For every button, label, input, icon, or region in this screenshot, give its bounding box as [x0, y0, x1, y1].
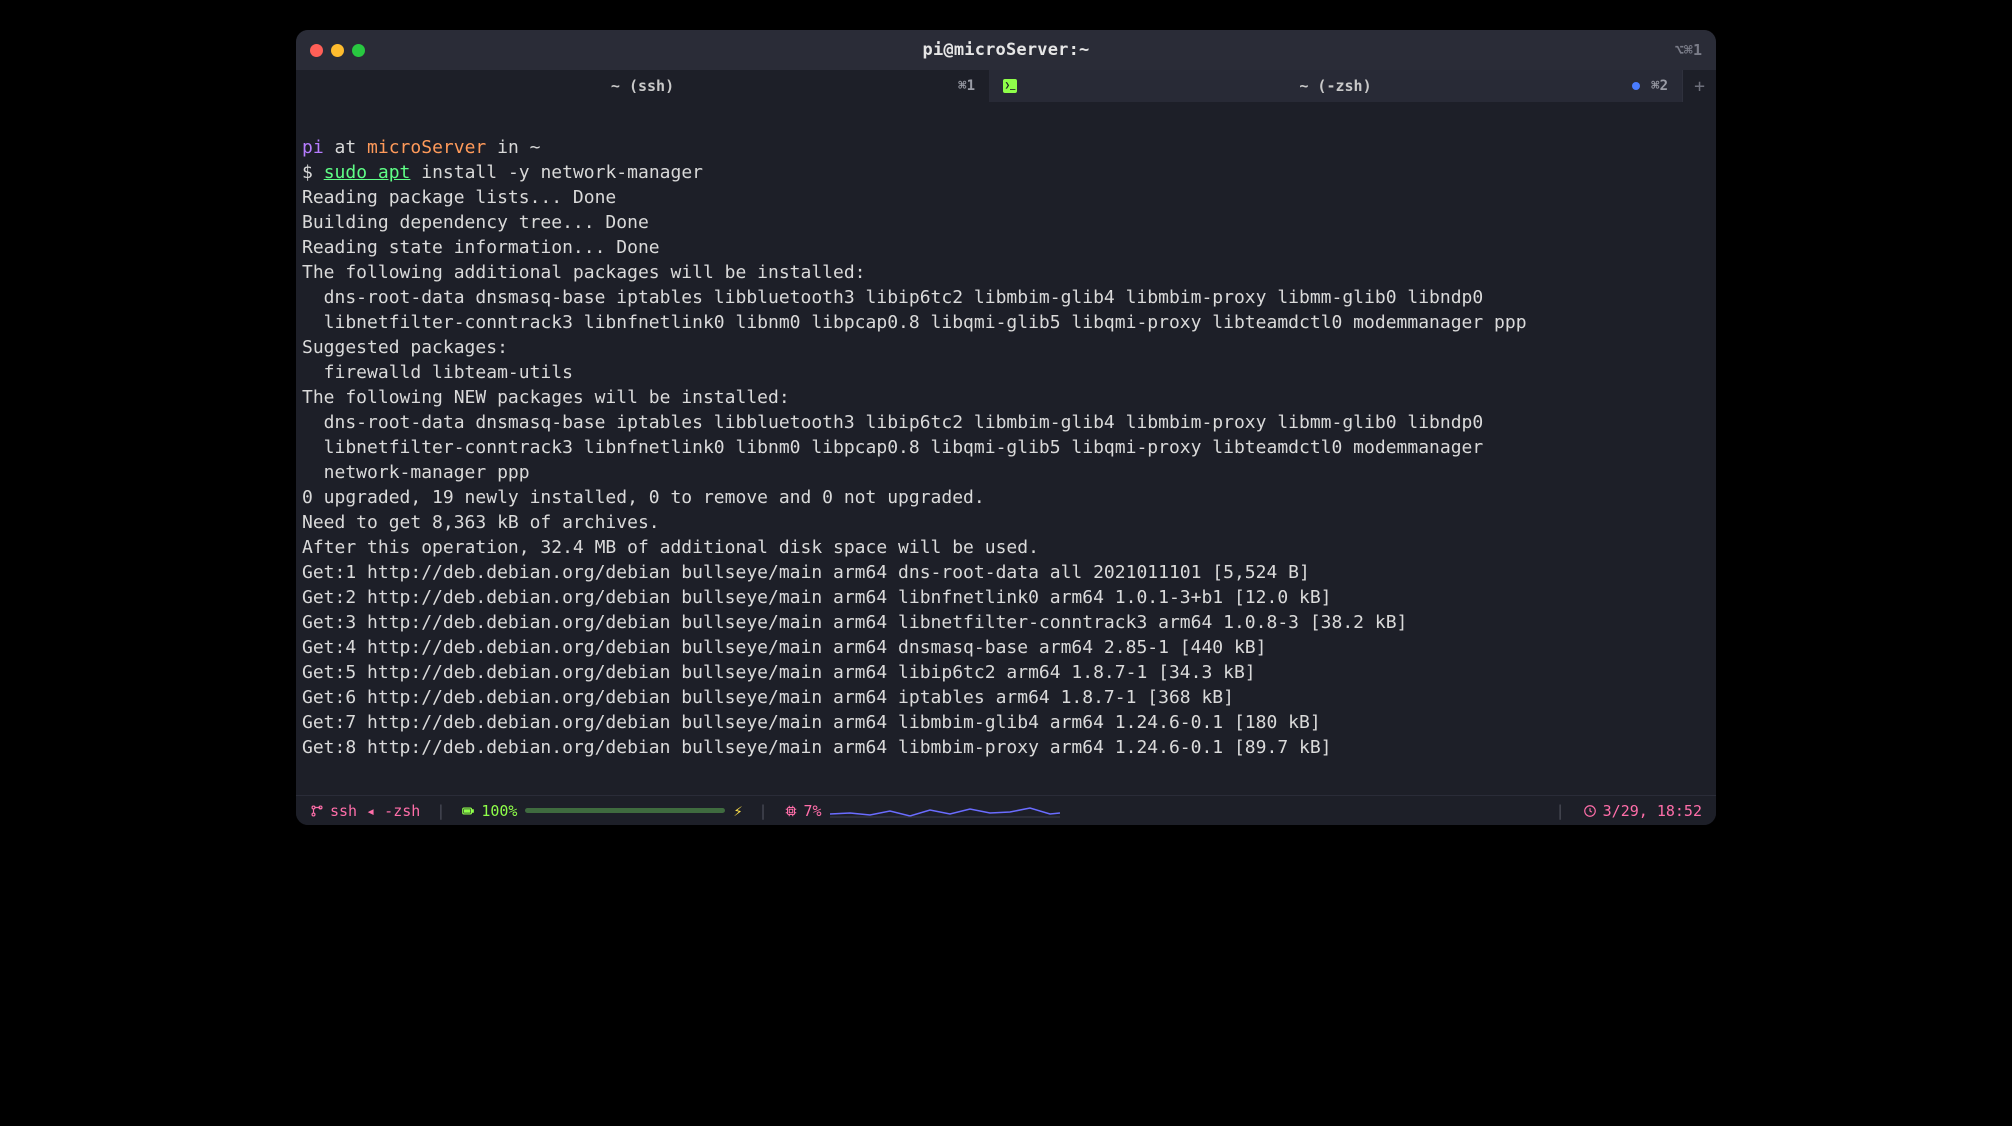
output-line: Get:1 http://deb.debian.org/debian bulls… [302, 562, 1310, 583]
separator: | [436, 802, 445, 820]
tab-shortcut: ⌘1 [958, 78, 975, 94]
tab-shortcut: ⌘2 [1651, 78, 1668, 94]
output-line: Get:5 http://deb.debian.org/debian bulls… [302, 662, 1256, 683]
prompt-text: in [486, 137, 529, 158]
output-line: Get:3 http://deb.debian.org/debian bulls… [302, 612, 1407, 633]
activity-indicator-icon [1632, 82, 1640, 90]
tab-bar: ~ (ssh) ⌘1 ❯_ ~ (-zsh) ⌘2 + [296, 70, 1716, 102]
prompt-icon: ❯_ [1003, 79, 1017, 93]
output-line: dns-root-data dnsmasq-base iptables libb… [302, 287, 1483, 308]
status-cpu: 7% [784, 802, 822, 820]
output-line: Get:6 http://deb.debian.org/debian bulls… [302, 687, 1234, 708]
terminal-output[interactable]: pi at microServer in ~ $ sudo apt instal… [296, 102, 1716, 795]
prompt-user: pi [302, 137, 324, 158]
close-button[interactable] [310, 44, 323, 57]
clock-icon [1583, 804, 1597, 818]
battery-bar [525, 808, 725, 813]
output-line: dns-root-data dnsmasq-base iptables libb… [302, 412, 1483, 433]
charging-icon: ⚡ [733, 802, 742, 820]
tab-label: ~ (-zsh) [1299, 77, 1371, 95]
output-line: libnetfilter-conntrack3 libnfnetlink0 li… [302, 312, 1527, 333]
status-clock: 3/29, 18:52 [1583, 802, 1702, 820]
window-title: pi@microServer:~ [296, 40, 1716, 60]
output-line: Reading state information... Done [302, 237, 660, 258]
output-line: libnetfilter-conntrack3 libnfnetlink0 li… [302, 437, 1483, 458]
cpu-sparkline [830, 804, 1060, 818]
prompt-text: at [324, 137, 367, 158]
titlebar: pi@microServer:~ ⌥⌘1 [296, 30, 1716, 70]
output-line: Building dependency tree... Done [302, 212, 649, 233]
cmd-sudo: sudo [324, 162, 367, 183]
output-line: Suggested packages: [302, 337, 508, 358]
cpu-percent: 7% [804, 802, 822, 820]
output-line: Get:4 http://deb.debian.org/debian bulls… [302, 637, 1267, 658]
prompt-host: microServer [367, 137, 486, 158]
prompt-cwd: ~ [530, 137, 541, 158]
branch-icon [310, 804, 324, 818]
prompt-symbol: $ [302, 162, 324, 183]
battery-icon [461, 804, 475, 818]
separator: | [759, 802, 768, 820]
output-line: Get:7 http://deb.debian.org/debian bulls… [302, 712, 1321, 733]
battery-percent: 100% [481, 802, 517, 820]
output-line: The following additional packages will b… [302, 262, 866, 283]
tab-label: ~ (ssh) [611, 77, 674, 95]
status-battery: 100% [461, 802, 517, 820]
output-line: Reading package lists... Done [302, 187, 616, 208]
cmd-apt: apt [367, 162, 410, 183]
datetime-text: 3/29, 18:52 [1603, 802, 1702, 820]
terminal-window: pi@microServer:~ ⌥⌘1 ~ (ssh) ⌘1 ❯_ ~ (-z… [296, 30, 1716, 825]
cmd-args: install -y network-manager [410, 162, 703, 183]
separator: | [1556, 802, 1565, 820]
output-line: 0 upgraded, 19 newly installed, 0 to rem… [302, 487, 985, 508]
minimize-button[interactable] [331, 44, 344, 57]
output-line: firewalld libteam-utils [302, 362, 573, 383]
traffic-lights [310, 44, 365, 57]
output-line: After this operation, 32.4 MB of additio… [302, 537, 1039, 558]
window-shortcut-hint: ⌥⌘1 [1675, 41, 1702, 59]
output-line: Get:8 http://deb.debian.org/debian bulls… [302, 737, 1332, 758]
status-process[interactable]: ssh ◂ -zsh [310, 802, 420, 820]
output-line: network-manager ppp [302, 462, 530, 483]
cpu-icon [784, 804, 798, 818]
tab-zsh[interactable]: ❯_ ~ (-zsh) ⌘2 [989, 70, 1682, 102]
new-tab-button[interactable]: + [1682, 70, 1716, 102]
output-line: The following NEW packages will be insta… [302, 387, 790, 408]
tab-ssh[interactable]: ~ (ssh) ⌘1 [296, 70, 989, 102]
status-process-text: ssh ◂ -zsh [330, 802, 420, 820]
status-bar: ssh ◂ -zsh | 100% ⚡ | 7% [296, 795, 1716, 825]
zoom-button[interactable] [352, 44, 365, 57]
output-line: Get:2 http://deb.debian.org/debian bulls… [302, 587, 1332, 608]
output-line: Need to get 8,363 kB of archives. [302, 512, 660, 533]
